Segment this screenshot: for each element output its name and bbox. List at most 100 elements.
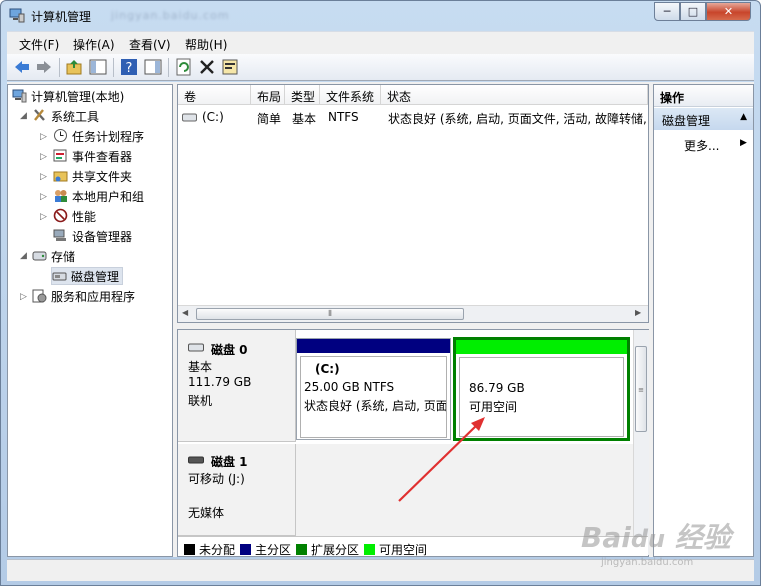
- device-manager-icon: [53, 229, 66, 241]
- vertical-scroll-thumb[interactable]: ≡: [635, 346, 647, 432]
- legend-unallocated: 未分配: [184, 541, 235, 558]
- show-hide-tree-icon[interactable]: [89, 58, 107, 76]
- tree-local-users[interactable]: 本地用户和组: [53, 188, 144, 206]
- column-header-type[interactable]: 类型: [285, 85, 320, 105]
- column-header-filesystem[interactable]: 文件系统: [320, 85, 381, 105]
- disk-1-info[interactable]: 磁盘 1 可移动 (J:) 无媒体: [178, 444, 296, 536]
- legend: 未分配 主分区 扩展分区 可用空间: [178, 536, 648, 558]
- expand-triangle-icon[interactable]: ▷: [40, 192, 47, 202]
- help-icon[interactable]: ?: [120, 58, 138, 76]
- actions-more[interactable]: 更多...: [684, 137, 719, 154]
- tree-item-label: 任务计划程序: [72, 130, 145, 144]
- tree-item-label: 设备管理器: [72, 230, 133, 244]
- legend-free-space: 可用空间: [364, 541, 427, 558]
- minimize-button[interactable]: ─: [654, 2, 680, 21]
- tree-item-label: 事件查看器: [72, 150, 133, 164]
- delete-icon[interactable]: [198, 58, 216, 76]
- tree-root-label: 计算机管理(本地): [31, 90, 125, 104]
- scroll-thumb[interactable]: ⦀: [196, 308, 464, 320]
- tools-icon: [34, 109, 45, 121]
- scroll-right-arrow-icon[interactable]: ▶: [635, 308, 641, 317]
- menu-view[interactable]: 查看(V): [129, 36, 171, 53]
- partition-label: (C:): [315, 362, 340, 376]
- primary-partition-bar: [297, 339, 450, 353]
- menu-help[interactable]: 帮助(H): [185, 36, 227, 53]
- removable-disk-icon: [188, 456, 204, 464]
- disk-state: 无媒体: [188, 506, 225, 520]
- collapse-triangle-icon[interactable]: ◢: [20, 111, 27, 121]
- cell-type: 基本: [292, 112, 317, 126]
- forward-arrow-icon[interactable]: [35, 58, 53, 76]
- horizontal-scrollbar[interactable]: ◀ ⦀ ▶: [178, 305, 648, 322]
- properties-icon[interactable]: [221, 58, 239, 76]
- partition-size: 25.00 GB NTFS: [304, 380, 395, 394]
- partition-size: 86.79 GB: [469, 381, 525, 395]
- disk-name: 磁盘 0: [211, 343, 248, 357]
- maximize-button[interactable]: □: [680, 2, 706, 21]
- disk-size: 111.79 GB: [188, 375, 252, 389]
- refresh-icon[interactable]: [175, 58, 193, 76]
- actions-pane: 操作 磁盘管理 ▲ 更多... ▶: [653, 84, 754, 557]
- tree-disk-management[interactable]: 磁盘管理: [51, 267, 124, 285]
- title-watermark-url: jingyan.baidu.com: [111, 9, 230, 22]
- column-header-status[interactable]: 状态: [381, 85, 648, 105]
- performance-icon: [53, 208, 68, 223]
- up-folder-icon[interactable]: [65, 58, 83, 76]
- expand-triangle-icon[interactable]: ▷: [40, 172, 47, 182]
- tree-performance[interactable]: 性能: [53, 208, 96, 226]
- toolbar-separator: [59, 58, 60, 77]
- clock-icon: [54, 129, 67, 142]
- collapse-up-icon[interactable]: ▲: [740, 112, 747, 122]
- cell-layout: 简单: [257, 112, 282, 126]
- column-header-volume[interactable]: 卷: [178, 85, 251, 105]
- disk-state: 联机: [188, 394, 213, 408]
- storage-icon: [32, 251, 47, 261]
- tree-storage[interactable]: 存储: [32, 248, 75, 266]
- close-button[interactable]: ✕: [706, 2, 751, 21]
- tree-event-viewer[interactable]: 事件查看器: [53, 148, 132, 166]
- hard-disk-icon: [188, 343, 204, 352]
- drive-icon: [182, 113, 197, 122]
- free-space-bar: [456, 340, 627, 354]
- expand-triangle-icon[interactable]: ▷: [40, 132, 47, 142]
- menu-file[interactable]: 文件(F): [19, 36, 59, 53]
- tree-item-label: 服务和应用程序: [51, 290, 136, 304]
- tree-system-tools[interactable]: 系统工具: [32, 108, 99, 126]
- actions-header: 操作: [654, 85, 753, 107]
- tree-services-apps[interactable]: 服务和应用程序: [32, 288, 135, 306]
- back-arrow-icon[interactable]: [13, 58, 31, 76]
- toolbar-separator: [113, 58, 114, 77]
- scroll-left-arrow-icon[interactable]: ◀: [182, 308, 188, 317]
- window-title: 计算机管理: [31, 10, 92, 24]
- expand-triangle-icon[interactable]: ▷: [20, 292, 27, 302]
- shared-folder-icon: [53, 171, 68, 182]
- app-window: 计算机管理 jingyan.baidu.com ─ □ ✕ 文件(F) 操作(A…: [0, 0, 761, 586]
- tree-item-label: 共享文件夹: [72, 170, 133, 184]
- tree-item-label: 系统工具: [51, 110, 100, 124]
- expand-triangle-icon[interactable]: ▷: [40, 212, 47, 222]
- client-area: 计算机管理(本地) ◢ 系统工具 ▷ 任务计划程序 ▷ 事件查看器 ▷ 共享文件…: [7, 82, 754, 557]
- disk-0-info[interactable]: 磁盘 0 基本 111.79 GB 联机: [178, 330, 296, 442]
- tree-device-manager[interactable]: 设备管理器: [53, 228, 132, 246]
- tree-shared-folders[interactable]: 共享文件夹: [53, 168, 132, 186]
- collapse-triangle-icon[interactable]: ◢: [20, 251, 27, 261]
- tree-item-label: 存储: [51, 250, 76, 264]
- expand-triangle-icon[interactable]: ▷: [40, 152, 47, 162]
- event-viewer-icon: [53, 149, 67, 162]
- baidu-watermark: Baidu 经验: [581, 521, 731, 554]
- menu-bar: 文件(F) 操作(A) 查看(V) 帮助(H): [7, 31, 754, 54]
- tree-root[interactable]: 计算机管理(本地): [12, 88, 124, 106]
- actions-section-disk-management[interactable]: 磁盘管理 ▲: [654, 108, 753, 130]
- tree-item-label: 磁盘管理: [71, 270, 120, 284]
- tree-task-scheduler[interactable]: 任务计划程序: [53, 128, 144, 146]
- cell-status: 状态良好 (系统, 启动, 页面文件, 活动, 故障转储, 主: [388, 112, 646, 126]
- disk-management-icon: [52, 272, 67, 281]
- column-header-layout[interactable]: 布局: [251, 85, 285, 105]
- users-icon: [55, 190, 67, 202]
- show-hide-action-pane-icon[interactable]: [144, 58, 162, 76]
- actions-section-label: 磁盘管理: [662, 114, 711, 128]
- legend-primary: 主分区: [240, 541, 291, 558]
- title-bar[interactable]: 计算机管理 jingyan.baidu.com ─ □ ✕: [1, 1, 760, 31]
- menu-action[interactable]: 操作(A): [73, 36, 115, 53]
- toolbar: ?: [7, 54, 754, 81]
